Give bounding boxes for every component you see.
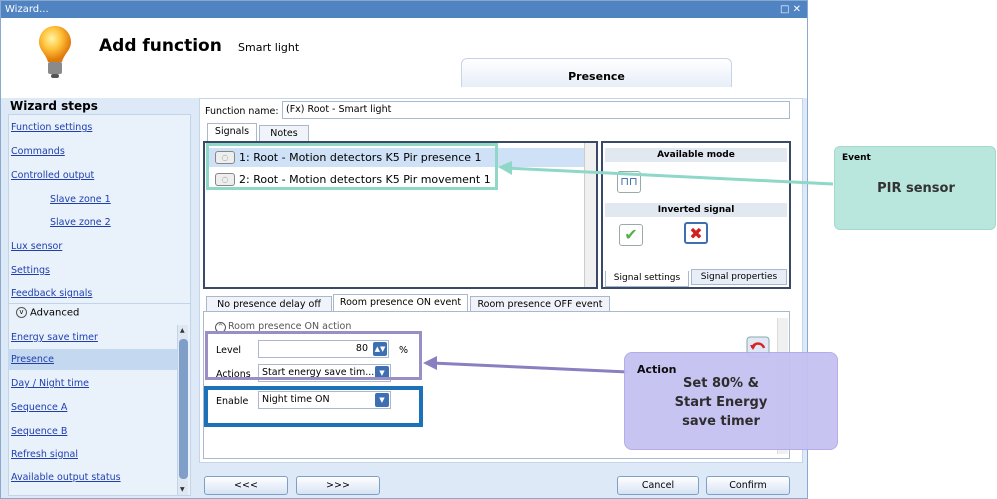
pir-callout: Event PIR sensor [834, 146, 996, 230]
event-caption: Event [842, 153, 871, 163]
annotation-arrows [423, 161, 834, 374]
pir-callout-text: PIR sensor [877, 181, 955, 196]
action-callout: Action Set 80% & Start Energy save timer [624, 352, 838, 450]
action-callout-text: Set 80% & Start Energy save timer [674, 376, 768, 429]
